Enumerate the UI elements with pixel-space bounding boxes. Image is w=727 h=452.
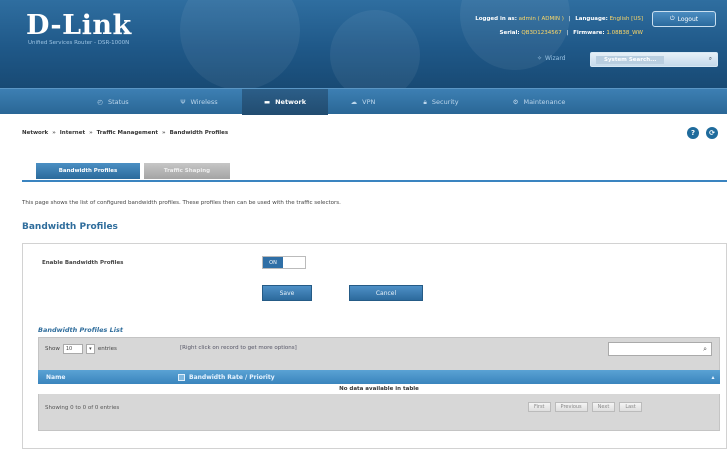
list-title: Bandwidth Profiles List	[38, 326, 123, 334]
language-label: Language:	[575, 16, 608, 22]
serial-value: QB3D1234567	[521, 30, 562, 36]
gear-icon: ⚙	[512, 98, 519, 106]
chevron-down-icon[interactable]: ▾	[85, 344, 95, 354]
wizard-link[interactable]: ✧ Wizard	[537, 55, 566, 62]
search-icon: ⌕	[708, 56, 712, 62]
pager-last-button[interactable]: Last	[619, 402, 642, 412]
nav-item-status[interactable]: ◴ Status	[70, 89, 156, 115]
nav-label: Security	[431, 98, 459, 106]
firmware-value: 1.08B38_WW	[606, 30, 643, 36]
table-info: Showing 0 to 0 of 0 entries	[45, 405, 120, 411]
table-search-input[interactable]: ⌕	[608, 342, 712, 356]
breadcrumb-separator: »	[89, 130, 93, 136]
nav-item-maintenance[interactable]: ⚙ Maintenance	[484, 89, 594, 115]
cancel-button[interactable]: Cancel	[349, 285, 423, 301]
wizard-label: Wizard	[545, 55, 566, 62]
help-icon[interactable]: ?	[687, 127, 699, 139]
logged-in-label: Logged in as:	[475, 16, 517, 22]
nav-label: VPN	[362, 98, 376, 106]
system-search-placeholder: System Search...	[596, 55, 665, 64]
pager-previous-button[interactable]: Previous	[554, 402, 588, 412]
empty-table-message: No data available in table	[38, 384, 720, 394]
firmware-label: Firmware:	[573, 30, 605, 36]
column-header-label: Bandwidth Rate / Priority	[189, 373, 275, 381]
cloud-icon: ☁	[350, 98, 358, 106]
logged-in-value: admin ( ADMIN )	[518, 16, 564, 22]
enable-bandwidth-label: Enable Bandwidth Profiles	[42, 260, 124, 266]
breadcrumb-separator: »	[162, 130, 166, 136]
breadcrumb-item[interactable]: Network	[22, 130, 48, 136]
logout-label: Logout	[677, 15, 699, 23]
nav-label: Maintenance	[523, 98, 566, 106]
nav-item-network[interactable]: ▬ Network	[242, 89, 328, 115]
right-click-hint: [Right click on record to get more optio…	[180, 345, 297, 351]
select-all-checkbox[interactable]	[178, 373, 185, 381]
show-label: Show	[45, 346, 60, 352]
tab-bandwidth-profiles[interactable]: Bandwidth Profiles	[36, 163, 140, 179]
language-select[interactable]: English [US]	[610, 16, 643, 22]
pager-first-button[interactable]: First	[528, 402, 551, 412]
breadcrumb: Network» Internet» Traffic Management» Band…	[22, 130, 228, 136]
save-button[interactable]: Save	[262, 285, 312, 301]
column-header-rate[interactable]: Bandwidth Rate / Priority	[178, 373, 706, 381]
product-subtitle: Unified Services Router - DSR-1000N	[28, 40, 130, 46]
lock-icon: 🔒︎	[423, 97, 427, 106]
main-nav: ◴ Status Ψ Wireless ▬ Network ☁ VPN 🔒︎ S…	[0, 88, 727, 115]
divider: |	[566, 30, 569, 36]
column-header-name[interactable]: Name	[38, 374, 178, 381]
header-banner: D-Link Unified Services Router - DSR-100…	[0, 0, 727, 88]
wireless-icon: Ψ	[180, 98, 186, 106]
nav-item-security[interactable]: 🔒︎ Security	[398, 89, 484, 115]
login-info: Logged in as: admin ( ADMIN ) | Language…	[475, 16, 643, 22]
power-icon: ⏻	[669, 15, 675, 22]
nav-label: Network	[275, 98, 307, 106]
tab-bar: Bandwidth Profiles Traffic Shaping	[36, 163, 230, 179]
speedometer-icon: ◴	[97, 98, 103, 106]
nav-item-wireless[interactable]: Ψ Wireless	[156, 89, 242, 115]
table-header: Name Bandwidth Rate / Priority ▴	[38, 370, 720, 384]
header-decoration	[180, 0, 300, 88]
dlink-logo[interactable]: D-Link	[26, 10, 132, 41]
header-decoration	[330, 10, 420, 88]
nav-item-vpn[interactable]: ☁ VPN	[328, 89, 398, 115]
toggle-state: ON	[263, 257, 283, 268]
serial-label: Serial:	[499, 30, 520, 36]
pagination: First Previous Next Last	[528, 402, 642, 412]
divider: |	[568, 16, 571, 22]
page-description: This page shows the list of configured b…	[22, 200, 341, 206]
nav-label: Status	[107, 98, 129, 106]
device-info: Serial: QB3D1234567 | Firmware: 1.08B38_…	[500, 30, 643, 36]
enable-bandwidth-toggle[interactable]: ON	[262, 256, 306, 269]
network-icon: ▬	[263, 98, 271, 106]
wand-icon: ✧	[537, 55, 543, 62]
search-icon: ⌕	[703, 344, 707, 353]
page-size-control: Show 10 ▾ entries	[45, 344, 117, 354]
refresh-icon[interactable]: ⟳	[706, 127, 718, 139]
sort-icon[interactable]: ▴	[706, 374, 720, 381]
breadcrumb-separator: »	[52, 130, 56, 136]
page-size-select[interactable]: 10	[62, 344, 83, 354]
logout-button[interactable]: ⏻ Logout	[652, 11, 716, 27]
tab-underline	[22, 180, 727, 182]
breadcrumb-item[interactable]: Internet	[60, 130, 85, 136]
section-title: Bandwidth Profiles	[22, 222, 118, 232]
breadcrumb-current: Bandwidth Profiles	[169, 130, 229, 136]
system-search-input[interactable]: System Search... ⌕	[590, 52, 718, 67]
tab-traffic-shaping[interactable]: Traffic Shaping	[144, 163, 230, 179]
nav-label: Wireless	[190, 98, 218, 106]
breadcrumb-item[interactable]: Traffic Management	[97, 130, 158, 136]
entries-label: entries	[97, 346, 117, 352]
pager-next-button[interactable]: Next	[591, 402, 616, 412]
